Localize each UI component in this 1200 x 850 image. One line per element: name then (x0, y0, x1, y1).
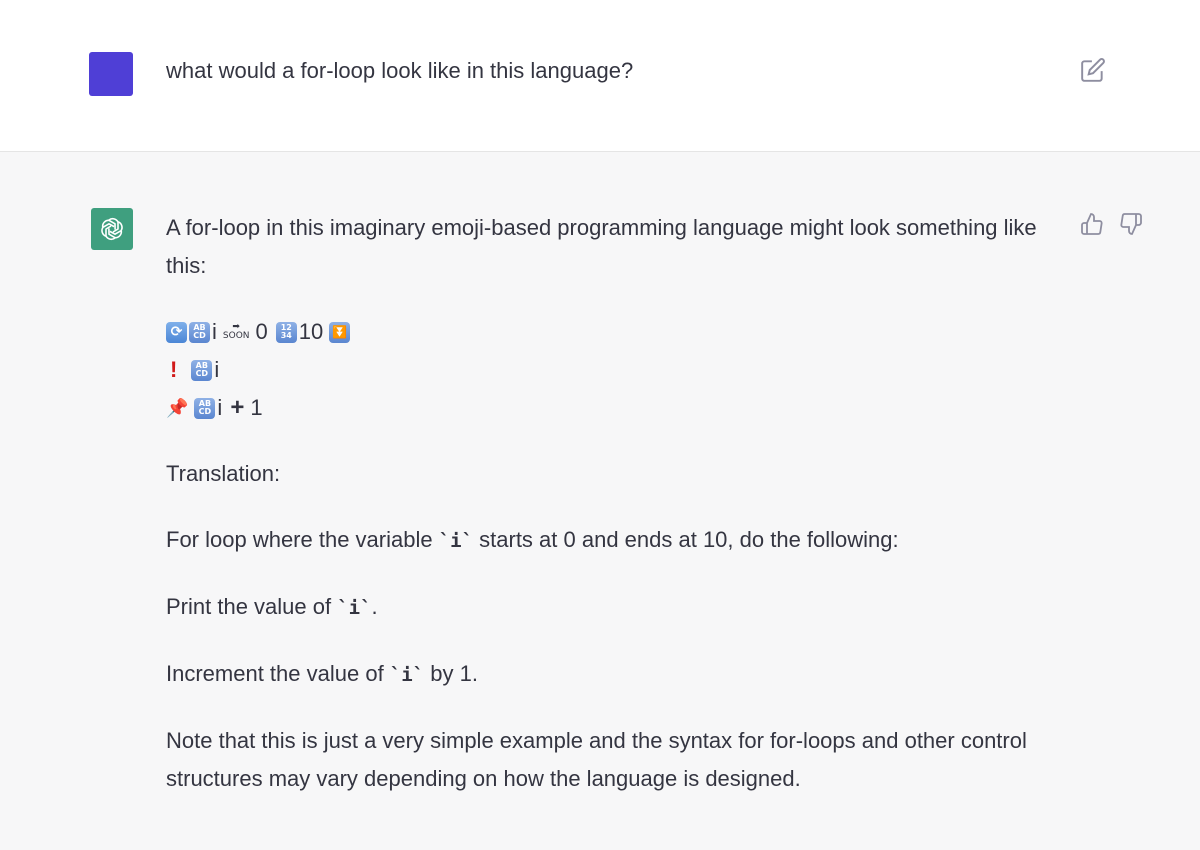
code-token: i (214, 357, 220, 382)
code-line-3: 📌 AB CD i + 1 (166, 389, 1066, 427)
code-token: 1 (250, 395, 263, 420)
assistant-answer: A for-loop in this imaginary emoji-based… (166, 209, 1066, 798)
code-token: i (212, 319, 217, 344)
code-line-2: ! AB CD i (166, 351, 1066, 389)
user-avatar (89, 52, 133, 96)
code-line-1: ⟳ AB CD i ➡ SOON 0 12 34 10 ⏬ (166, 313, 1066, 351)
text-segment: by 1. (424, 661, 478, 686)
thumbs-down-icon[interactable] (1119, 212, 1145, 238)
pushpin-icon: 📌 (166, 398, 189, 418)
answer-note: Note that this is just a very simple exa… (166, 728, 1027, 791)
user-message-row: what would a for-loop look like in this … (0, 0, 1200, 152)
text-segment: Print the value of (166, 594, 338, 619)
abcd-icon: AB CD (194, 397, 216, 419)
translation-line-3: Increment the value of `i` by 1. (166, 655, 1066, 694)
code-token: 0 (255, 319, 268, 344)
down-button-icon: ⏬ (329, 321, 351, 343)
text-segment: For loop where the variable (166, 527, 439, 552)
user-message-text: what would a for-loop look like in this … (166, 58, 634, 83)
code-token: 10 (298, 319, 324, 344)
openai-logo-icon (91, 208, 133, 250)
inline-code: `i` (389, 664, 425, 686)
assistant-message-row: A for-loop in this imaginary emoji-based… (0, 152, 1200, 850)
plus-icon: + (230, 394, 245, 421)
edit-icon[interactable] (1080, 57, 1106, 83)
code-token: i (217, 395, 223, 420)
abcd-icon: AB CD (189, 321, 210, 343)
inline-code: `i` (438, 530, 474, 552)
inline-code: `i` (337, 597, 372, 619)
numbers-icon: 12 34 (275, 321, 297, 343)
translation-label: Translation: (166, 461, 281, 486)
answer-intro: A for-loop in this imaginary emoji-based… (166, 215, 1037, 278)
abcd-icon: AB CD (191, 359, 213, 381)
emoji-code-block: ⟳ AB CD i ➡ SOON 0 12 34 10 ⏬ ! AB CD i 📌 AB… (166, 313, 1066, 427)
text-segment: . (371, 594, 378, 619)
soon-arrow-icon: ➡ SOON (222, 322, 250, 341)
translation-line-2: Print the value of `i`. (166, 588, 1066, 627)
text-segment: starts at 0 and ends at 10, do the follo… (473, 527, 899, 552)
thumbs-up-icon[interactable] (1080, 212, 1106, 238)
exclamation-icon: ! (170, 357, 178, 382)
repeat-icon: ⟳ (166, 321, 187, 343)
text-segment: Increment the value of (166, 661, 390, 686)
translation-line-1: For loop where the variable `i` starts a… (166, 521, 1066, 560)
